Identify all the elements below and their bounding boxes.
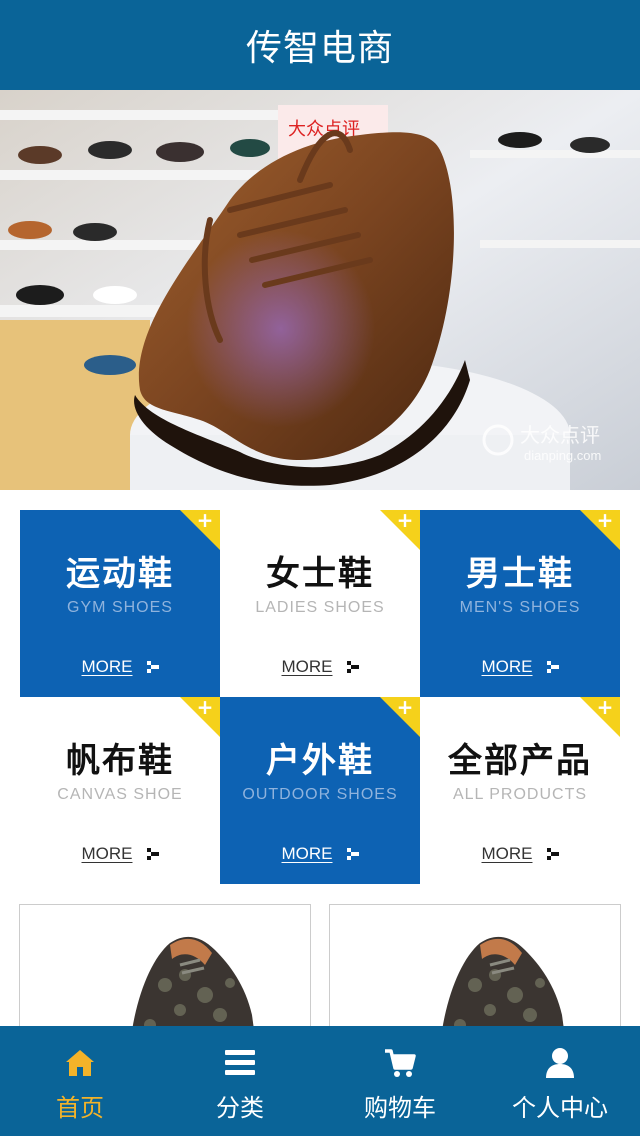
category-subtitle: ALL PRODUCTS [452,786,588,803]
product-image [440,936,566,1043]
category-ladies-shoes[interactable]: + 女士鞋 LADIES SHOES MORE [220,510,420,697]
category-title: 全部产品 [448,741,592,781]
more-link[interactable]: MORE [82,657,159,677]
category-subtitle: CANVAS SHOE [57,786,183,803]
tab-home[interactable]: 首页 [0,1026,160,1136]
category-title: 男士鞋 [466,554,574,594]
plus-icon: + [396,510,414,532]
tab-label: 首页 [56,1094,104,1122]
plus-icon: + [596,697,614,719]
more-label: MORE [281,844,333,863]
plus-icon: + [196,697,214,719]
more-link[interactable]: MORE [82,844,159,864]
hero-banner[interactable]: 大众点评 大众点评 dianping.com [0,90,640,490]
category-grid: + 运动鞋 GYM SHOES MORE + 女士鞋 LADIES SHOES … [20,510,620,884]
product-list [0,904,640,1044]
more-label: MORE [481,657,533,676]
tab-label: 个人中心 [512,1094,608,1122]
user-icon [546,1048,574,1078]
plus-icon: + [396,697,414,719]
category-gym-shoes[interactable]: + 运动鞋 GYM SHOES MORE [20,510,220,697]
watermark-cn: 大众点评 [520,423,600,447]
category-subtitle: LADIES SHOES [255,599,385,616]
product-image [130,936,256,1043]
category-canvas-shoe[interactable]: + 帆布鞋 CANVAS SHOE MORE [20,697,220,884]
more-label: MORE [81,657,133,676]
watermark-en: dianping.com [524,448,601,463]
tab-label: 购物车 [364,1094,436,1122]
category-outdoor-shoes[interactable]: + 户外鞋 OUTDOOR SHOES MORE [220,697,420,884]
tab-label: 分类 [216,1094,264,1122]
more-label: MORE [281,657,333,676]
plus-icon: + [196,510,214,532]
more-link[interactable]: MORE [482,844,559,864]
arrow-right-icon [346,661,359,673]
home-icon [66,1050,94,1076]
more-link[interactable]: MORE [282,844,359,864]
product-card[interactable] [19,904,311,1044]
category-title: 运动鞋 [66,554,174,594]
cart-icon [385,1049,416,1077]
more-link[interactable]: MORE [282,657,359,677]
arrow-right-icon [146,661,159,673]
category-title: 户外鞋 [266,741,374,781]
more-label: MORE [481,844,533,863]
category-title: 帆布鞋 [66,741,174,781]
category-all-products[interactable]: + 全部产品 ALL PRODUCTS MORE [420,697,620,884]
tab-profile[interactable]: 个人中心 [480,1026,640,1136]
arrow-right-icon [146,848,159,860]
more-link[interactable]: MORE [482,657,559,677]
tab-cart[interactable]: 购物车 [320,1026,480,1136]
plus-icon: + [596,510,614,532]
menu-icon [225,1050,255,1075]
app-header: 传智电商 [0,0,640,90]
bottom-tab-bar: 首页 分类 购物车 个人中心 [0,1026,640,1136]
category-title: 女士鞋 [266,554,374,594]
arrow-right-icon [546,661,559,673]
arrow-right-icon [346,848,359,860]
category-subtitle: GYM SHOES [67,599,173,616]
more-label: MORE [81,844,133,863]
category-subtitle: MEN'S SHOES [459,599,581,616]
banner-shoe-image: 大众点评 大众点评 dianping.com [0,90,640,490]
arrow-right-icon [546,848,559,860]
category-mens-shoes[interactable]: + 男士鞋 MEN'S SHOES MORE [420,510,620,697]
category-subtitle: OUTDOOR SHOES [242,786,398,803]
tab-category[interactable]: 分类 [160,1026,320,1136]
page-title: 传智电商 [245,28,394,69]
product-card[interactable] [329,904,621,1044]
